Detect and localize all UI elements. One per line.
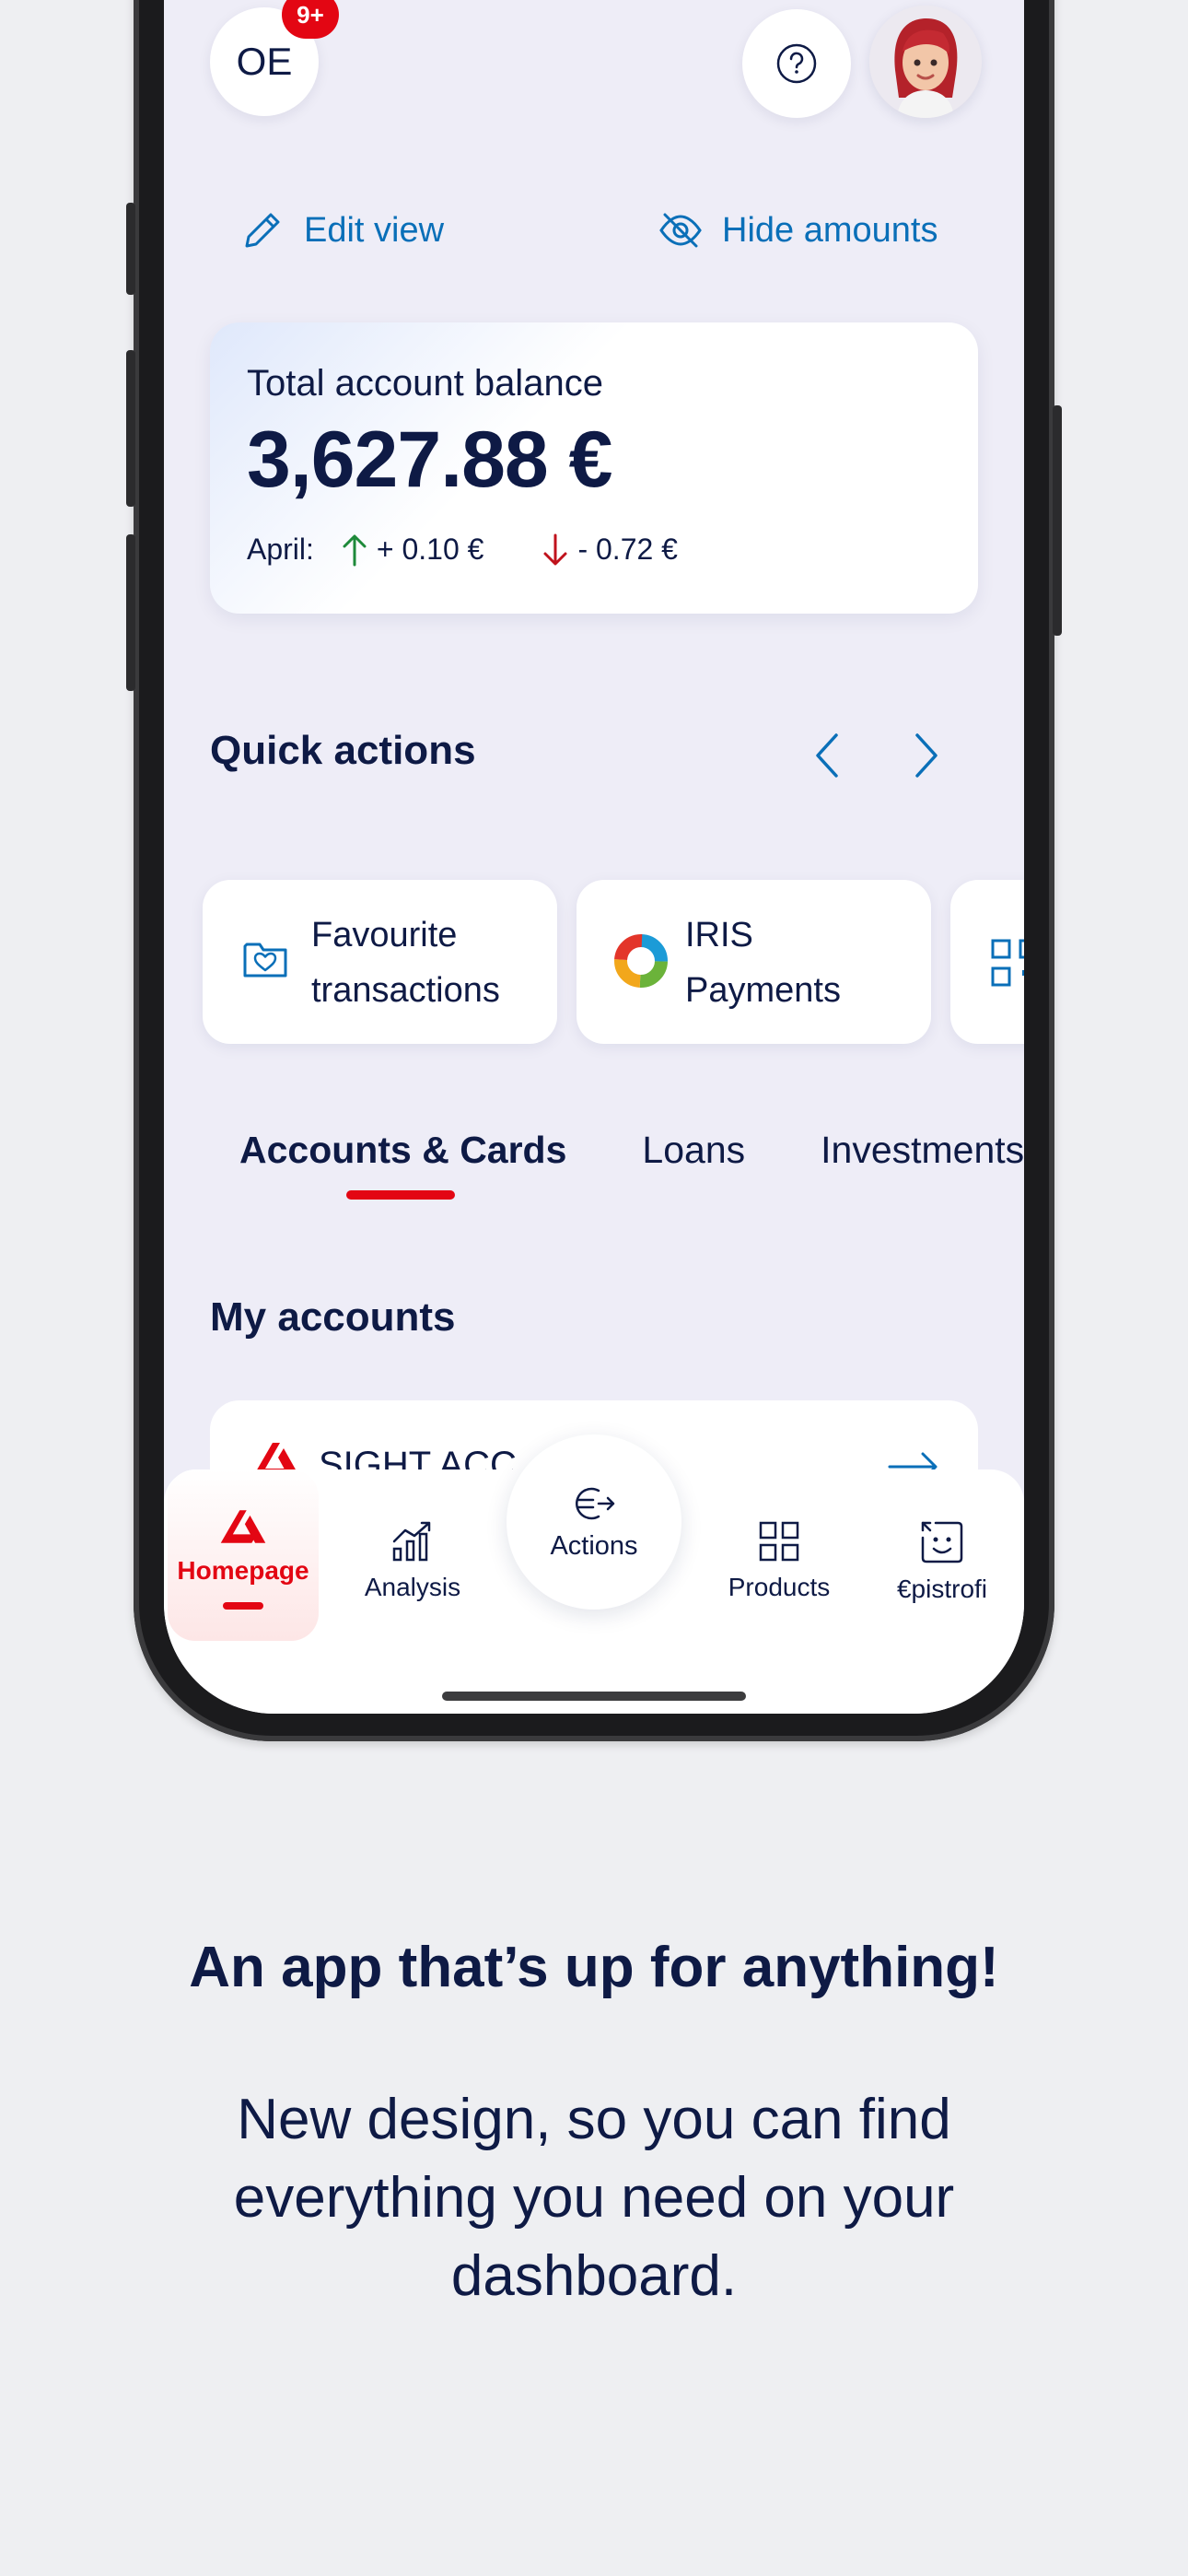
home-indicator[interactable] [442, 1692, 746, 1701]
income-value: + 0.10 € [376, 533, 484, 566]
tab-loans[interactable]: Loans [642, 1129, 745, 1172]
edit-view-label: Edit view [304, 210, 445, 250]
power-button [1053, 405, 1062, 636]
profile-avatar[interactable] [869, 6, 982, 118]
quick-action-qr[interactable] [950, 880, 1024, 1044]
product-tabs: Accounts & Cards Loans Investments [239, 1129, 1024, 1172]
volume-down-button [126, 534, 135, 691]
quick-actions-next-button[interactable] [908, 728, 945, 788]
pencil-icon [245, 213, 280, 248]
user-initials: OE [236, 40, 293, 83]
iris-logo-icon [614, 934, 668, 988]
quick-action-label-line1: Favourite [311, 916, 458, 954]
monthly-summary: April: + 0.10 € - 0.72 € [247, 533, 678, 567]
my-accounts-title: My accounts [210, 1294, 456, 1340]
arrow-up-icon [342, 533, 367, 567]
assistant-avatar-icon [869, 6, 982, 118]
actions-label: Actions [550, 1530, 638, 1561]
quick-action-text: IRIS Payments [685, 907, 841, 1018]
volume-up-button [126, 350, 135, 507]
nav-analysis-label: Analysis [364, 1573, 461, 1601]
active-tab-indicator [346, 1190, 455, 1200]
mute-switch [126, 203, 135, 295]
marketing-headline: An app that’s up for anything! [189, 1936, 999, 1999]
bank-logo-icon [220, 1510, 266, 1543]
tab-investments[interactable]: Investments [821, 1129, 1024, 1172]
quick-action-iris-payments[interactable]: IRIS Payments [577, 880, 931, 1044]
nav-homepage-label: Homepage [177, 1556, 309, 1585]
nav-homepage[interactable]: Homepage [168, 1469, 319, 1641]
smiley-return-icon [921, 1521, 963, 1563]
eye-slash-icon [659, 213, 702, 248]
app-screen: OE 9+ Edit view Hide amounts Total accou… [164, 0, 1024, 1714]
balance-label: Total account balance [247, 363, 603, 404]
chevron-left-icon [816, 733, 838, 778]
quick-action-favourite-transactions[interactable]: Favourite transactions [203, 880, 557, 1044]
quick-action-text: Favourite transactions [311, 907, 500, 1018]
chevron-right-icon [915, 733, 938, 778]
folder-heart-icon [243, 943, 287, 978]
edit-view-link[interactable]: Edit view [239, 207, 444, 253]
euro-exchange-icon [576, 1487, 615, 1519]
notification-badge[interactable]: 9+ [282, 0, 339, 39]
quick-action-label-line2: transactions [311, 971, 500, 1010]
nav-active-indicator [223, 1602, 263, 1610]
question-mark-icon [776, 43, 817, 84]
help-button[interactable] [742, 9, 851, 118]
nav-products[interactable]: Products [715, 1517, 844, 1602]
total-balance-card[interactable]: Total account balance 3,627.88 € April: … [210, 322, 978, 614]
nav-epistrofi-label: €pistrofi [896, 1575, 988, 1603]
bar-chart-trend-icon [392, 1521, 431, 1562]
balance-amount: 3,627.88 € [247, 416, 612, 504]
nav-epistrofi[interactable]: €pistrofi [864, 1517, 1020, 1604]
actions-button[interactable]: Actions [507, 1434, 681, 1610]
quick-actions-prev-button[interactable] [809, 728, 845, 788]
nav-analysis[interactable]: Analysis [357, 1517, 468, 1602]
qr-code-icon [991, 939, 1024, 987]
quick-action-label-line2: Payments [685, 971, 841, 1010]
quick-actions-title: Quick actions [210, 728, 476, 773]
grid-icon [759, 1521, 799, 1562]
tab-accounts-cards[interactable]: Accounts & Cards [239, 1129, 566, 1172]
hide-amounts-label: Hide amounts [722, 210, 938, 250]
hide-amounts-link[interactable]: Hide amounts [658, 207, 938, 253]
month-label: April: [247, 533, 314, 566]
arrow-down-icon [542, 533, 568, 567]
nav-products-label: Products [728, 1573, 831, 1601]
expense-value: - 0.72 € [577, 533, 678, 566]
marketing-subline: New design, so you can find everything y… [233, 2088, 955, 2308]
quick-action-label-line1: IRIS [685, 916, 753, 954]
